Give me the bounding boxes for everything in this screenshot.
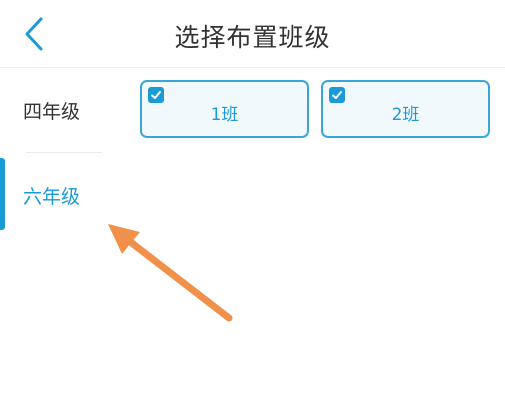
page-title: 选择布置班级 [174, 23, 331, 52]
class-card-1[interactable]: 1班 [140, 80, 309, 138]
class-card-2[interactable]: 2班 [321, 80, 490, 138]
sidebar-item-label: 六年级 [22, 185, 80, 208]
grade-sidebar: 四年级 六年级 [0, 68, 103, 415]
class-card-label: 2班 [391, 105, 420, 125]
class-card-label: 1班 [210, 105, 239, 125]
sidebar-item-grade-4[interactable]: 四年级 [0, 68, 103, 152]
app-root: 选择布置班级 四年级 六年级 1班 2班 [0, 0, 505, 415]
sidebar-item-label: 四年级 [22, 100, 80, 123]
top-bar: 选择布置班级 [0, 0, 505, 68]
sidebar-item-grade-6[interactable]: 六年级 [0, 153, 103, 237]
